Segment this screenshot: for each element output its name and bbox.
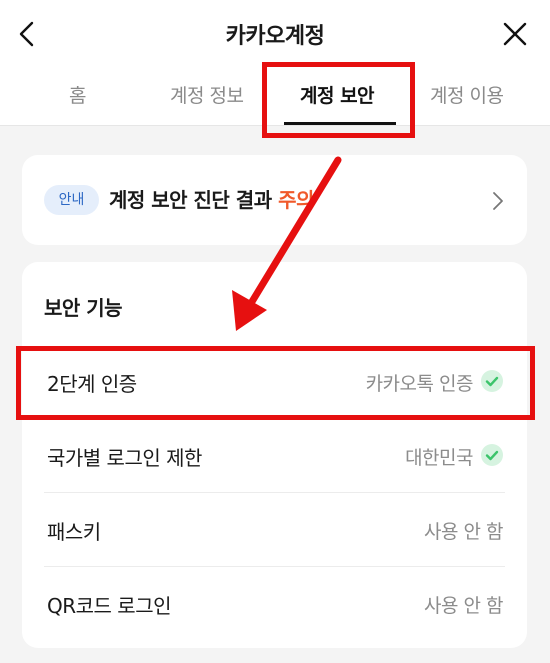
row-value: 대한민국 (405, 447, 473, 469)
tab-bar: 홈 계정 정보 계정 보안 계정 이용 (0, 68, 550, 125)
notice-badge: 안내 (44, 185, 99, 215)
page-title: 카카오계정 (225, 24, 325, 49)
check-circle-icon (481, 444, 503, 466)
notice-text: 계정 보안 진단 결과 주의 (109, 184, 314, 213)
row-country-login-restriction[interactable]: 국가별 로그인 제한 대한민국 (44, 418, 505, 493)
header: 카카오계정 홈 계정 정보 계정 보안 계정 이용 (0, 0, 550, 126)
row-value: 사용 안 함 (424, 595, 504, 617)
close-icon[interactable] (502, 21, 528, 47)
chevron-right-icon (493, 192, 503, 210)
security-features-card: 보안 기능 2단계 인증 카카오톡 인증 국가별 로그인 제한 대한민국 패스키… (22, 262, 527, 648)
tab-account-usage[interactable]: 계정 이용 (430, 81, 504, 108)
check-circle-icon (481, 370, 503, 392)
active-tab-indicator (284, 122, 396, 125)
notice-status: 주의 (278, 188, 314, 212)
row-label: 2단계 인증 (47, 372, 137, 396)
row-label: 패스키 (47, 520, 101, 544)
tab-account-info[interactable]: 계정 정보 (170, 81, 244, 108)
tab-home[interactable]: 홈 (69, 81, 86, 108)
tab-account-security[interactable]: 계정 보안 (300, 81, 375, 108)
row-two-step-verification[interactable]: 2단계 인증 카카오톡 인증 (44, 344, 505, 419)
row-value: 카카오톡 인증 (365, 373, 474, 395)
row-qr-code-login[interactable]: QR코드 로그인 사용 안 함 (44, 566, 505, 640)
section-title: 보안 기능 (44, 296, 123, 320)
row-label: QR코드 로그인 (47, 594, 172, 618)
top-bar: 카카오계정 (0, 0, 550, 68)
notice-message: 계정 보안 진단 결과 (109, 188, 279, 212)
row-passkey[interactable]: 패스키 사용 안 함 (44, 492, 505, 567)
security-diagnosis-card[interactable]: 안내 계정 보안 진단 결과 주의 (22, 155, 527, 245)
row-value: 사용 안 함 (424, 521, 504, 543)
row-label: 국가별 로그인 제한 (47, 446, 202, 470)
